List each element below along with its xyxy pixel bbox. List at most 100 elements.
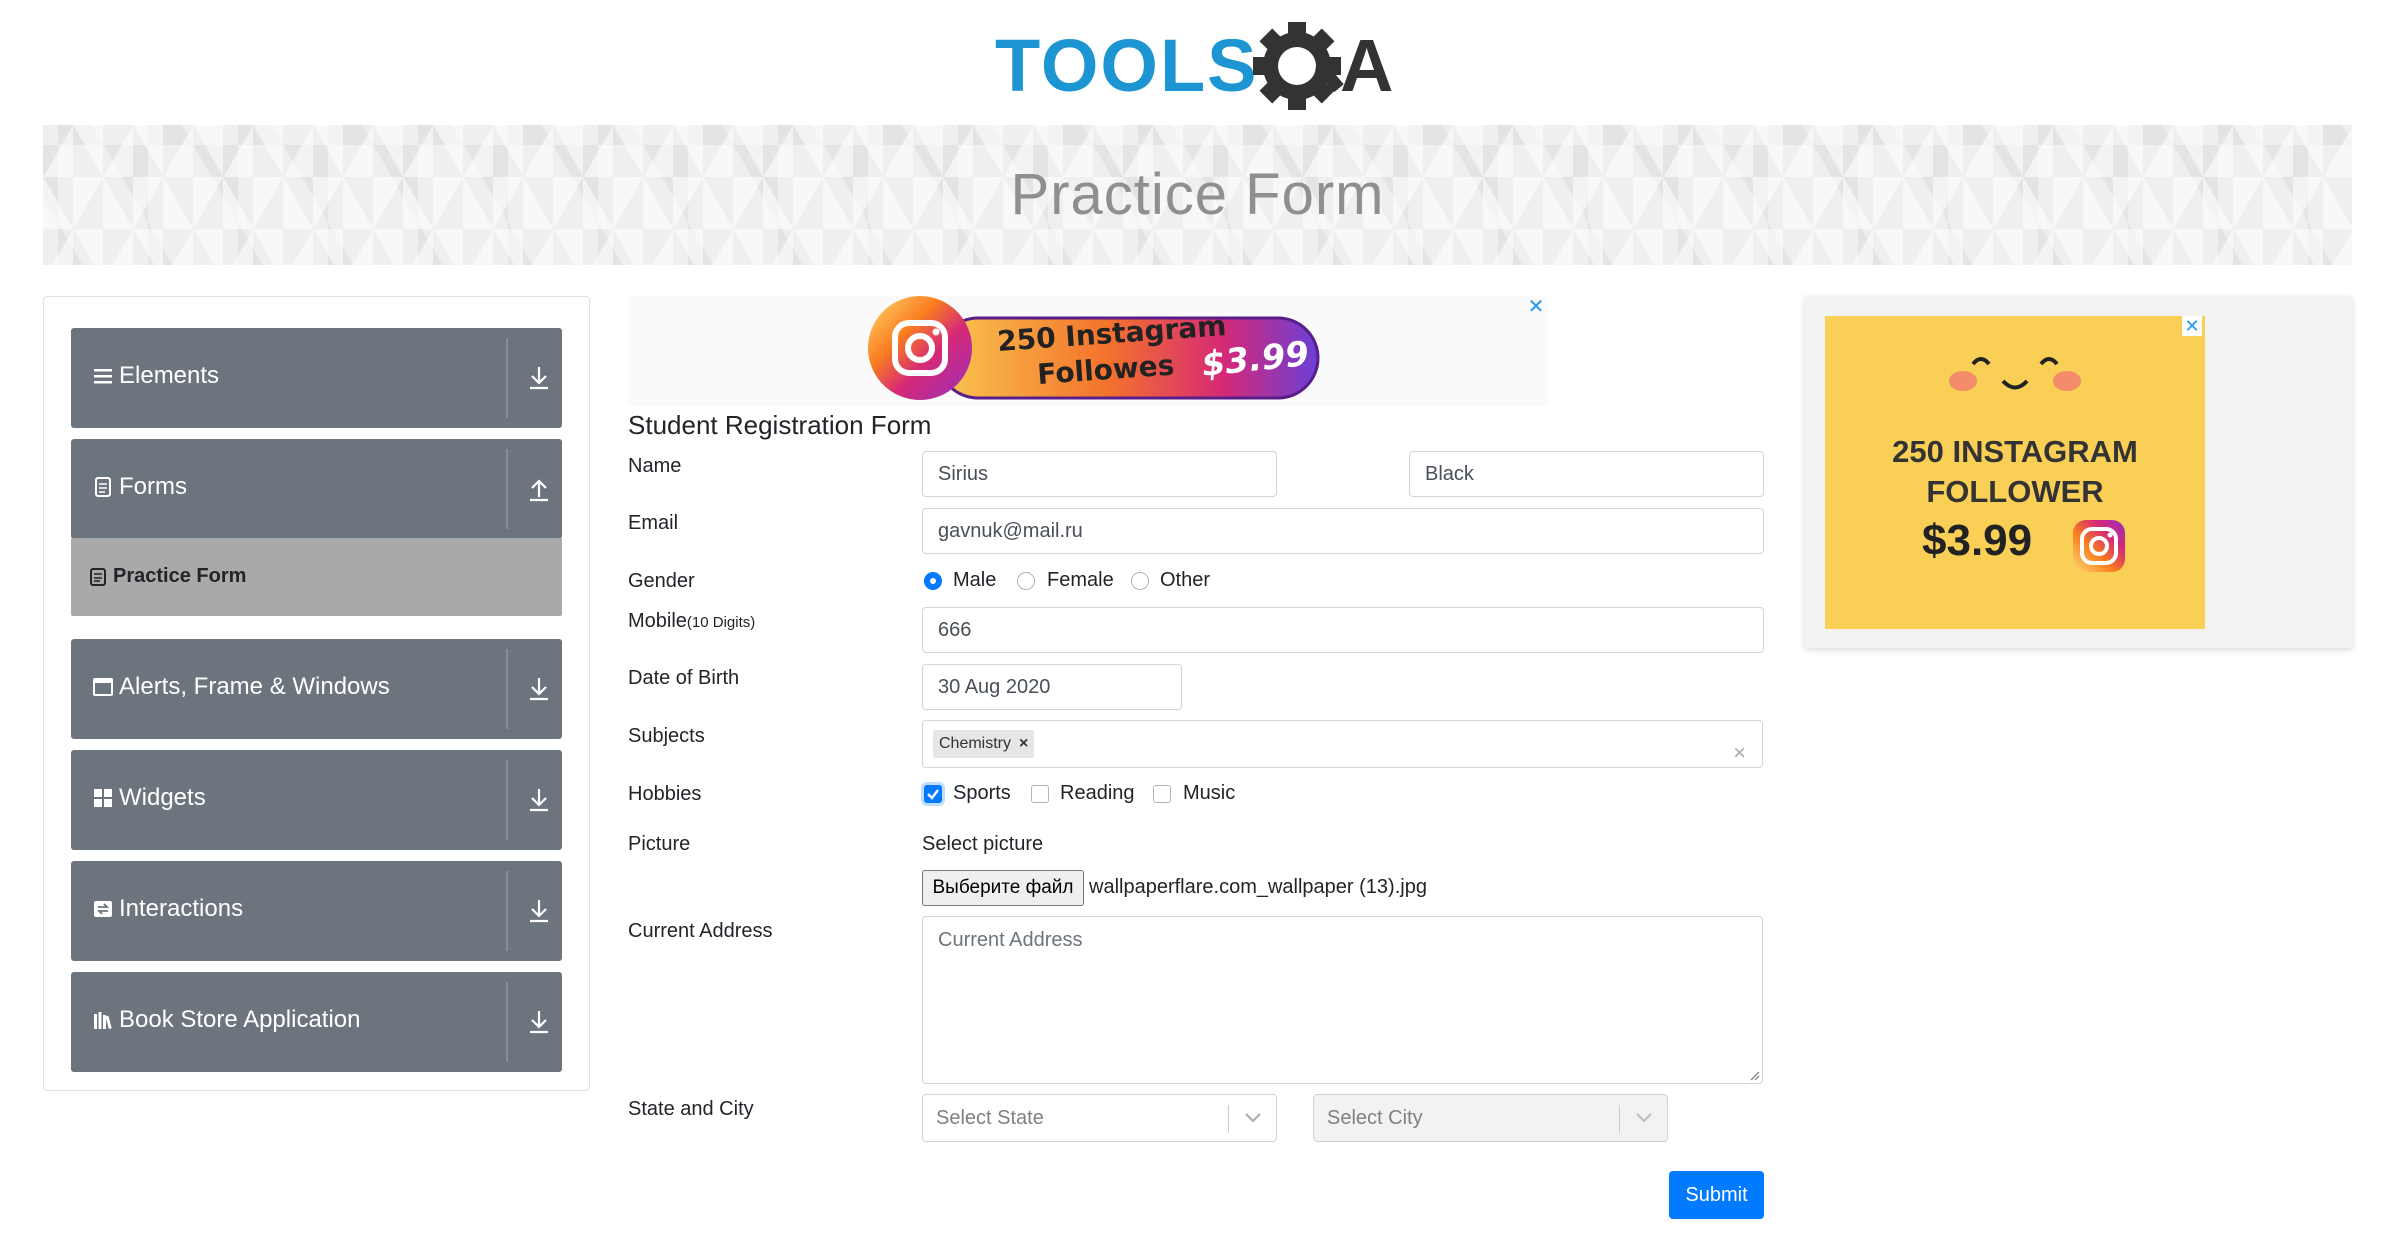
submit-button[interactable]: Submit xyxy=(1669,1171,1764,1219)
file-name: wallpaperflare.com_wallpaper (13).jpg xyxy=(1089,876,1427,898)
state-placeholder: Select State xyxy=(936,1107,1044,1129)
ad-instagram-square[interactable]: 250 INSTAGRAM FOLLOWER $3.99 xyxy=(1825,316,2205,629)
first-name-input[interactable]: Sirius xyxy=(922,451,1277,497)
ad-text: 250 INSTAGRAM xyxy=(1892,434,2138,469)
document-icon xyxy=(90,568,106,586)
gender-option-label[interactable]: Male xyxy=(953,569,996,592)
subjects-label: Subjects xyxy=(628,725,705,747)
choose-file-button[interactable]: Выберите файл xyxy=(922,870,1084,906)
checkmark-icon xyxy=(927,789,939,800)
logo-tools-text: TOOLS xyxy=(995,24,1259,107)
sidebar-group-label: Alerts, Frame & Windows xyxy=(119,673,390,700)
gender-radio-other[interactable] xyxy=(1131,572,1149,590)
ad-close-icon[interactable]: ✕ xyxy=(2182,316,2202,336)
name-label: Name xyxy=(628,455,682,477)
sidebar-item-label: Practice Form xyxy=(113,565,247,587)
divider xyxy=(506,760,508,840)
current-address-placeholder: Current Address xyxy=(938,929,1083,951)
divider xyxy=(1228,1105,1229,1133)
arrow-down-icon[interactable] xyxy=(526,675,552,703)
email-input[interactable]: gavnuk@mail.ru xyxy=(922,508,1764,554)
sidebar-item-practice-form[interactable]: Practice Form xyxy=(71,538,562,616)
document-icon xyxy=(95,477,111,497)
divider xyxy=(506,871,508,951)
gender-radio-male[interactable] xyxy=(924,572,942,590)
sidebar: Elements Forms Practice Form Alerts, Fra… xyxy=(43,296,590,1091)
current-address-label: Current Address xyxy=(628,920,773,942)
instagram-icon xyxy=(2073,520,2125,572)
sidebar-group-label: Interactions xyxy=(119,895,244,922)
gender-option-label[interactable]: Other xyxy=(1160,569,1210,592)
hobby-checkbox-reading[interactable] xyxy=(1031,785,1049,803)
mobile-hint: (10 Digits) xyxy=(686,614,756,631)
list-icon xyxy=(94,369,112,384)
hobby-option-label[interactable]: Reading xyxy=(1060,782,1135,805)
divider xyxy=(506,338,508,418)
select-picture-caption: Select picture xyxy=(922,833,1044,855)
gender-label: Gender xyxy=(628,570,695,592)
sidebar-group-interactions[interactable]: Interactions xyxy=(71,861,562,961)
chevron-down-icon xyxy=(1636,1113,1652,1123)
form-title: Student Registration Form xyxy=(628,410,932,440)
toolsqa-logo[interactable]: TOOLS A xyxy=(995,18,1405,118)
arrow-up-icon[interactable] xyxy=(526,475,552,503)
chip-remove-icon[interactable]: × xyxy=(1019,735,1028,752)
resize-handle-icon[interactable] xyxy=(1748,1069,1760,1081)
subjects-input[interactable]: Chemistry × × xyxy=(922,720,1763,768)
grid-icon xyxy=(94,789,112,807)
mobile-label: Mobile(10 Digits) xyxy=(628,610,755,633)
city-placeholder: Select City xyxy=(1327,1107,1423,1129)
sidebar-group-label: Forms xyxy=(119,473,187,500)
arrow-down-icon[interactable] xyxy=(526,1008,552,1036)
ad-price: $3.99 xyxy=(1922,516,2033,565)
email-label: Email xyxy=(628,512,679,534)
gender-option-label[interactable]: Female xyxy=(1047,569,1114,592)
date-of-birth-input[interactable]: 30 Aug 2020 xyxy=(922,664,1182,710)
last-name-input[interactable]: Black xyxy=(1409,451,1764,497)
hobbies-label: Hobbies xyxy=(628,783,702,805)
mobile-label-text: Mobile xyxy=(628,610,687,632)
picture-label: Picture xyxy=(628,833,691,855)
divider xyxy=(506,649,508,729)
ad-top-graphic: 250 Instagram Followes $3.99 xyxy=(868,296,1320,400)
sidebar-group-label: Book Store Application xyxy=(119,1006,361,1033)
page-banner: Practice Form xyxy=(43,125,2352,265)
clear-icon[interactable]: × xyxy=(1733,731,1746,775)
ad-banner-top[interactable]: 250 Instagram Followes $3.99 xyxy=(628,296,1548,406)
arrow-down-icon[interactable] xyxy=(526,364,552,392)
hobby-checkbox-music[interactable] xyxy=(1153,785,1171,803)
ad-instagram-banner[interactable]: 250 Instagram Followes $3.99 xyxy=(858,296,1323,404)
gear-icon xyxy=(1253,22,1344,110)
interactions-icon xyxy=(94,901,112,917)
hobby-checkbox-sports[interactable] xyxy=(924,785,942,803)
divider xyxy=(506,982,508,1062)
current-address-textarea[interactable]: Current Address xyxy=(922,916,1763,1084)
sidebar-group-book-store[interactable]: Book Store Application xyxy=(71,972,562,1072)
sidebar-group-forms[interactable]: Forms xyxy=(71,439,562,539)
sidebar-group-alerts[interactable]: Alerts, Frame & Windows xyxy=(71,639,562,739)
hobby-option-label[interactable]: Sports xyxy=(953,782,1011,805)
books-icon xyxy=(94,1012,112,1030)
city-select[interactable]: Select City xyxy=(1313,1094,1668,1142)
gender-radio-female[interactable] xyxy=(1017,572,1035,590)
sidebar-group-widgets[interactable]: Widgets xyxy=(71,750,562,850)
ad-text: FOLLOWER xyxy=(1926,474,2104,509)
page-title: Practice Form xyxy=(1010,162,1385,227)
arrow-down-icon[interactable] xyxy=(526,897,552,925)
smiley-face-icon xyxy=(1949,357,2081,391)
divider xyxy=(1619,1105,1620,1133)
state-select[interactable]: Select State xyxy=(922,1094,1277,1142)
arrow-down-icon[interactable] xyxy=(526,786,552,814)
subject-chip-label: Chemistry xyxy=(939,735,1012,752)
sidebar-group-elements[interactable]: Elements xyxy=(71,328,562,428)
window-icon xyxy=(93,678,113,696)
dob-label: Date of Birth xyxy=(628,667,740,689)
sidebar-group-label: Widgets xyxy=(119,784,206,811)
ad-close-icon[interactable]: ✕ xyxy=(1525,296,1547,318)
mobile-input[interactable]: 666 xyxy=(922,607,1764,653)
logo-graphic: TOOLS A xyxy=(995,22,1393,110)
hobby-option-label[interactable]: Music xyxy=(1183,782,1235,805)
chevron-down-icon xyxy=(1245,1113,1261,1123)
subject-chip: Chemistry × xyxy=(933,730,1035,758)
ad-banner-right[interactable]: 250 INSTAGRAM FOLLOWER $3.99 ✕ xyxy=(1805,296,2352,648)
